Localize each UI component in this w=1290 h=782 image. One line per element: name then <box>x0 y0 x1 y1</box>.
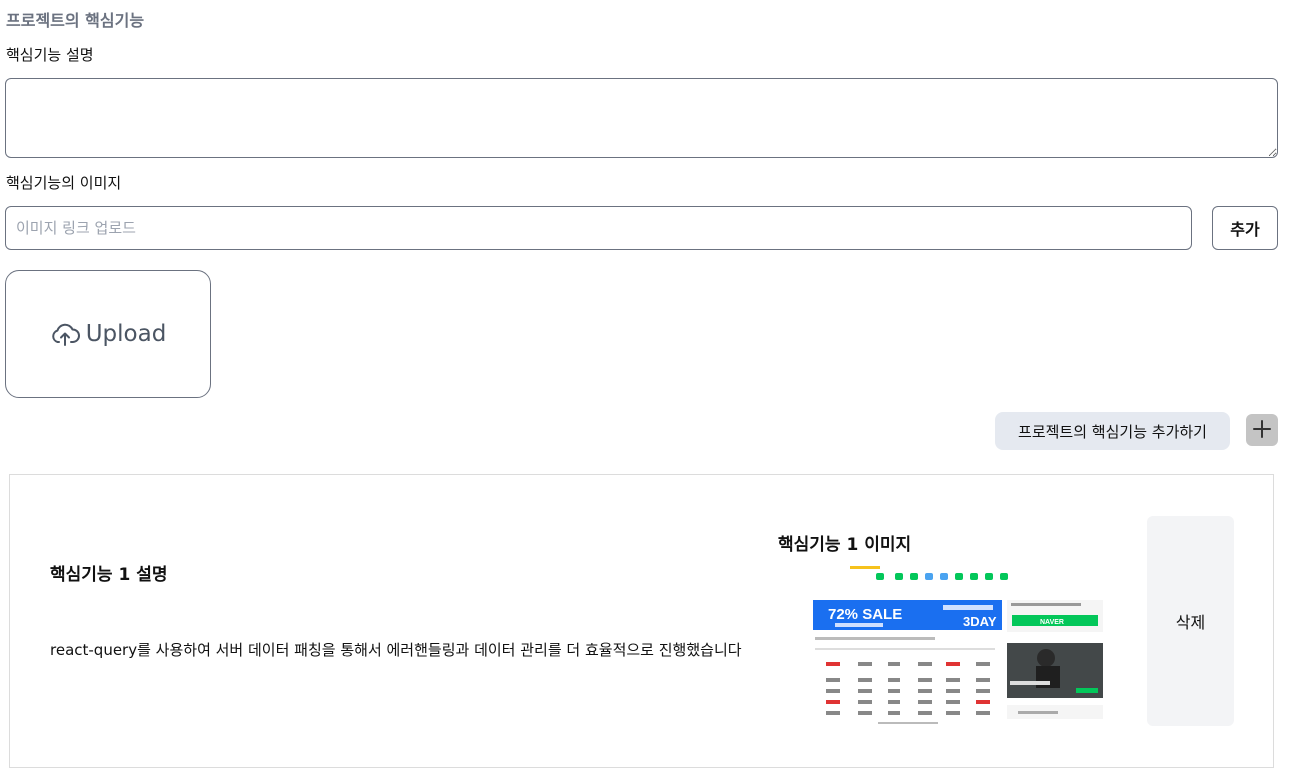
image-label: 핵심기능의 이미지 <box>6 174 122 192</box>
section-title: 프로젝트의 핵심기능 <box>6 11 145 30</box>
upload-label: Upload <box>85 321 167 347</box>
feature-image-title: 핵심기능 1 이미지 <box>778 535 912 555</box>
delete-button[interactable]: 삭제 <box>1147 516 1234 726</box>
feature-description: react-query를 사용하여 서버 데이터 패칭을 통해서 에러핸들링과 … <box>50 641 742 659</box>
cloud-upload-icon <box>50 321 80 347</box>
add-feature-plus-button[interactable] <box>1246 414 1278 446</box>
thumb-banner-right-text: 3DAY <box>963 614 997 629</box>
feature-card: 핵심기능 1 설명 react-query를 사용하여 서버 데이터 패칭을 통… <box>9 474 1274 768</box>
image-link-input[interactable] <box>5 206 1192 250</box>
add-image-button[interactable]: 추가 <box>1212 206 1278 250</box>
thumb-login-text: NAVER <box>1040 619 1064 626</box>
feature-title: 핵심기능 1 설명 <box>50 565 168 585</box>
description-label: 핵심기능 설명 <box>6 46 94 64</box>
plus-icon <box>1253 419 1271 441</box>
feature-image: 72% SALE 3DAY NAVER <box>778 563 1133 726</box>
description-textarea[interactable] <box>5 78 1278 158</box>
add-feature-button[interactable]: 프로젝트의 핵심기능 추가하기 <box>995 412 1230 450</box>
thumb-banner-text: 72% SALE <box>828 606 902 623</box>
upload-button[interactable]: Upload <box>5 270 211 398</box>
